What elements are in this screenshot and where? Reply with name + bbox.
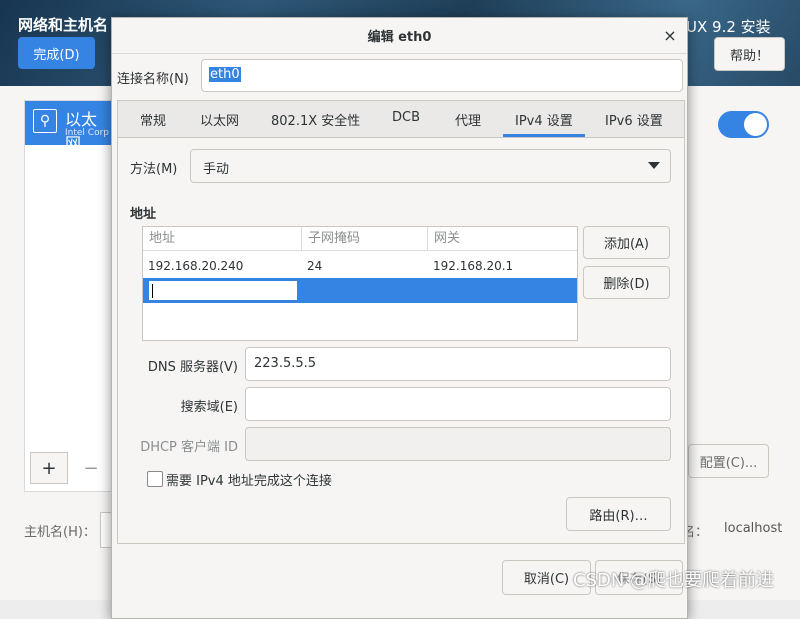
text-caret [152, 284, 153, 298]
method-value: 手动 [203, 162, 230, 177]
done-button[interactable]: 完成(D) [18, 37, 95, 69]
method-select[interactable]: 手动 [190, 149, 671, 183]
column-header-gateway[interactable]: 网关 [428, 227, 577, 251]
require-ipv4-label[interactable]: 需要 IPv4 地址完成这个连接 [166, 470, 332, 489]
connection-name-label: 连接名称(N) [117, 72, 189, 87]
device-list-item-ethernet[interactable]: ⚲ 以太网 Intel Corp [25, 101, 112, 153]
address-table[interactable]: 地址 子网掩码 网关 192.168.20.240 24 192.168.20.… [142, 226, 578, 341]
watermark-text: CSDN @爬也要爬着前进 [573, 570, 775, 591]
cell-netmask[interactable]: 24 [307, 259, 322, 273]
tab-8021x-security[interactable]: 802.1X 安全性 [271, 110, 360, 129]
dhcp-client-id-input [245, 427, 671, 461]
product-title: UX 9.2 安装 [686, 18, 771, 36]
dns-input[interactable]: 223.5.5.5 [245, 347, 671, 381]
table-row-new[interactable] [143, 278, 577, 303]
tab-dcb[interactable]: DCB [392, 110, 420, 125]
settings-notebook: 常规 以太网 802.1X 安全性 DCB 代理 IPv4 设置 IPv6 设置… [117, 100, 685, 544]
chevron-down-icon [648, 162, 660, 169]
add-device-button[interactable]: + [30, 452, 68, 484]
dhcp-client-id-label: DHCP 客户端 ID [140, 440, 238, 455]
search-domain-input[interactable] [245, 387, 671, 421]
page-title: 网络和主机名 [18, 16, 109, 34]
configure-button[interactable]: 配置(C)... [688, 444, 769, 478]
address-edit-input[interactable] [148, 280, 298, 301]
connection-toggle[interactable] [718, 111, 769, 138]
column-header-address[interactable]: 地址 [143, 227, 302, 251]
tab-bar: 常规 以太网 802.1X 安全性 DCB 代理 IPv4 设置 IPv6 设置 [118, 101, 684, 138]
require-ipv4-checkbox[interactable] [147, 471, 163, 487]
tab-ipv6-settings[interactable]: IPv6 设置 [605, 110, 663, 129]
dns-label: DNS 服务器(V) [147, 360, 238, 375]
search-domain-label: 搜索域(E) [180, 400, 238, 415]
tab-proxy[interactable]: 代理 [455, 110, 481, 129]
add-address-button[interactable]: 添加(A) [583, 226, 670, 259]
edit-connection-dialog: 编辑 eth0 × 连接名称(N) eth0 常规 以太网 802.1X 安全性… [111, 17, 688, 619]
active-tab-indicator [503, 134, 585, 137]
method-label: 方法(M) [130, 162, 178, 177]
routes-button[interactable]: 路由(R)… [566, 497, 671, 531]
addresses-heading: 地址 [130, 207, 157, 222]
connection-name-input[interactable]: eth0 [201, 59, 683, 92]
cell-address[interactable]: 192.168.20.240 [148, 259, 243, 273]
cell-gateway[interactable]: 192.168.20.1 [433, 259, 513, 273]
close-icon[interactable]: × [660, 25, 680, 45]
column-header-netmask[interactable]: 子网掩码 [302, 227, 428, 251]
current-hostname-value: localhost [724, 521, 783, 536]
tab-general[interactable]: 常规 [140, 110, 166, 129]
dns-value: 223.5.5.5 [254, 356, 317, 371]
help-button[interactable]: 帮助！ [714, 37, 785, 71]
tab-ipv4-settings[interactable]: IPv4 设置 [515, 110, 573, 129]
hostname-label: 主机名(H)： [24, 525, 96, 540]
device-list [24, 100, 114, 492]
delete-address-button[interactable]: 删除(D) [583, 266, 670, 299]
tab-ethernet[interactable]: 以太网 [200, 110, 239, 129]
device-subtitle: Intel Corp [65, 128, 109, 138]
remove-device-button[interactable]: − [72, 452, 110, 484]
network-icon: ⚲ [33, 109, 57, 133]
dialog-title: 编辑 eth0 [112, 18, 687, 54]
connection-name-value: eth0 [209, 67, 241, 82]
toggle-knob [744, 113, 767, 136]
